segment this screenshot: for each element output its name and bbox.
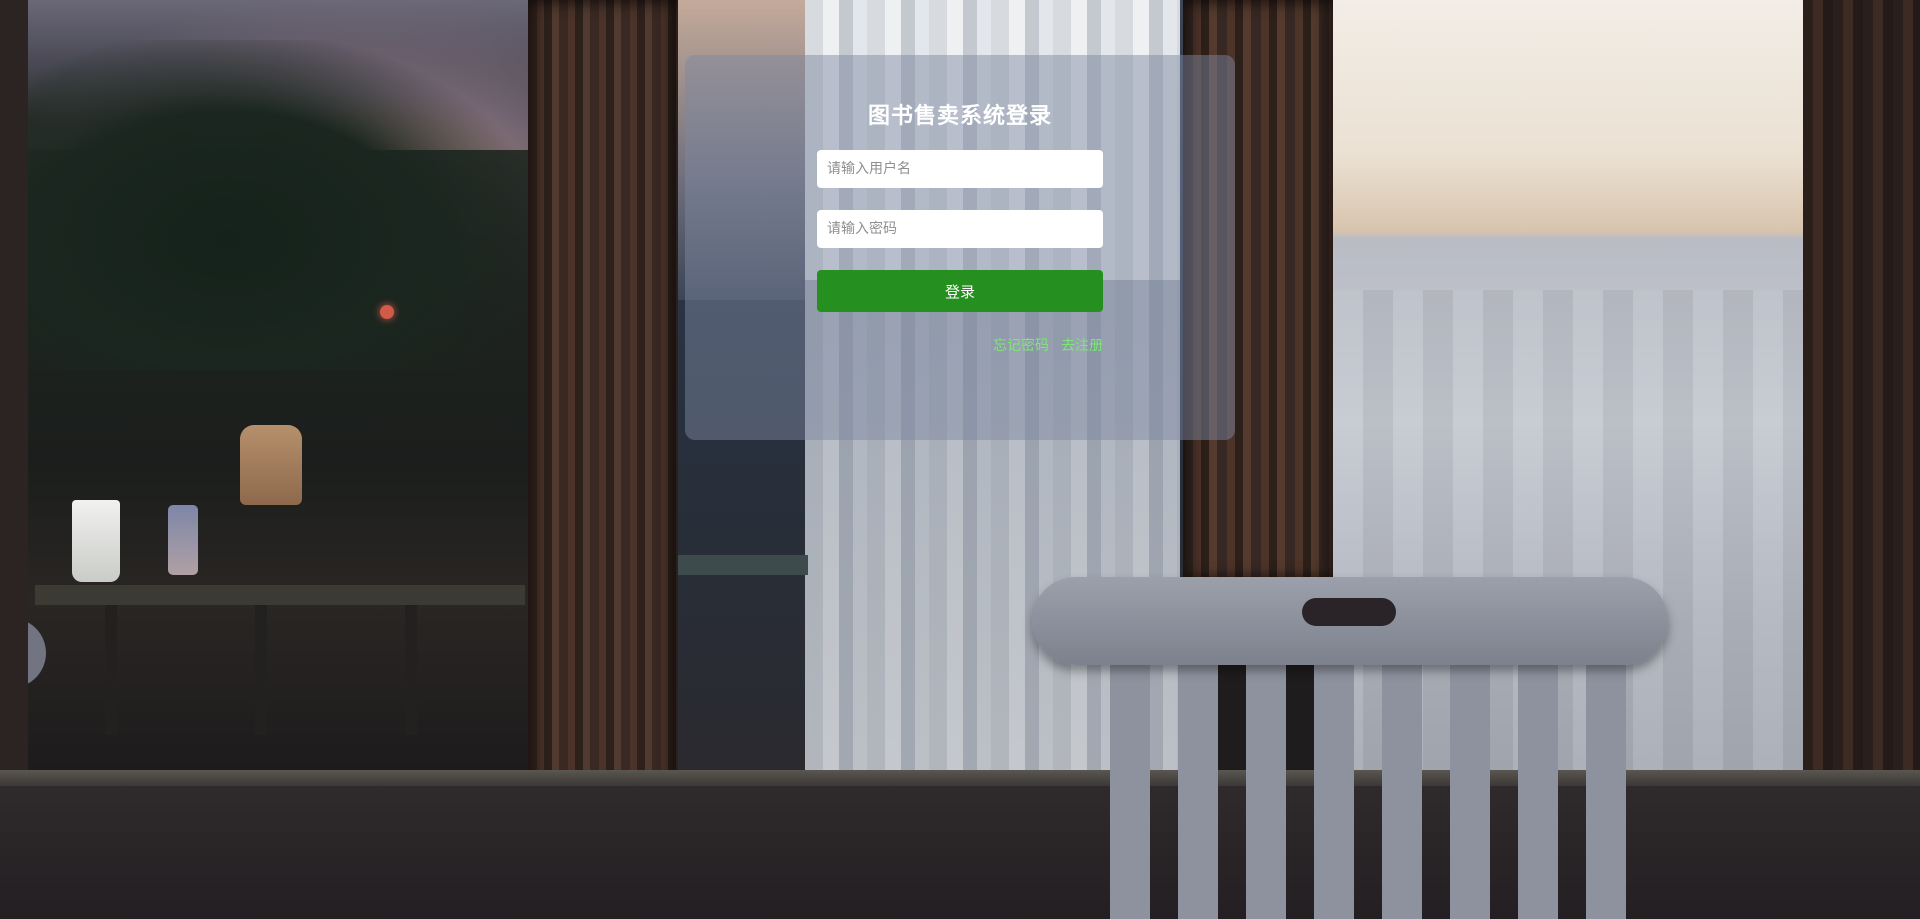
login-card: 图书售卖系统登录 登录 忘记密码去注册 — [685, 55, 1235, 440]
login-title: 图书售卖系统登录 — [867, 104, 1052, 129]
background-photo: 图书售卖系统登录 登录 忘记密码去注册 — [0, 0, 1920, 919]
window-middle-table — [678, 555, 808, 575]
chair-slats — [1110, 660, 1630, 919]
frame-left — [0, 0, 28, 800]
window-left-table — [35, 585, 525, 605]
chair-handle-hole — [1302, 598, 1396, 626]
bottle-reflection — [168, 505, 198, 575]
login-button[interactable]: 登录 — [817, 270, 1103, 312]
window-left-table-legs — [35, 605, 525, 735]
register-link[interactable]: 去注册 — [1061, 338, 1103, 354]
wooden-post-left — [528, 0, 678, 812]
forgot-password-link[interactable]: 忘记密码 — [993, 338, 1049, 354]
username-input[interactable] — [817, 150, 1103, 188]
wall-bottom — [0, 786, 1920, 919]
chair-reflection — [240, 425, 302, 505]
frame-right — [1803, 0, 1920, 800]
window-sill — [0, 770, 1920, 786]
password-input[interactable] — [817, 210, 1103, 248]
lamp-reflection — [380, 305, 394, 319]
window-left-trees — [28, 40, 528, 370]
auth-links: 忘记密码 去注册 — [993, 335, 1103, 355]
cup-reflection — [72, 500, 120, 582]
